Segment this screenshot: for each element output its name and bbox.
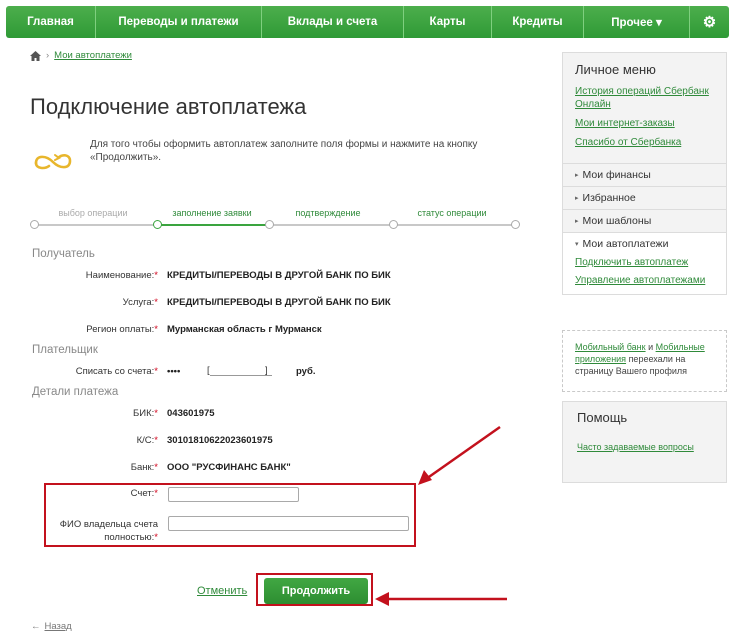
nav-transfers-payments[interactable]: Переводы и платежи: [96, 6, 262, 38]
region-value: Мурманская область г Мурманск: [167, 324, 322, 335]
sidebar-link-connect-autopayment[interactable]: Подключить автоплатеж: [563, 255, 726, 273]
sidebar-item-favorites[interactable]: ▸ Избранное: [563, 186, 726, 209]
step-line-2: [158, 224, 270, 226]
sidebar-link-orders[interactable]: Мои интернет-заказы: [563, 115, 726, 134]
annotation-arrow-continue: [375, 592, 507, 606]
page-title: Подключение автоплатежа: [30, 94, 307, 119]
sidebar-link-spasibo[interactable]: Спасибо от Сбербанка: [563, 134, 726, 163]
debit-currency: руб.: [296, 366, 316, 377]
ks-value: 30101810622023601975: [167, 435, 273, 446]
step-label-select: выбор операции: [58, 208, 128, 218]
step-dot-3: [265, 220, 274, 229]
owner-name-input[interactable]: [168, 516, 409, 531]
continue-button[interactable]: Продолжить: [264, 578, 368, 604]
section-payment-details: Детали платежа: [32, 386, 119, 398]
settings-button[interactable]: ⚙: [690, 6, 729, 38]
step-label-status: статус операции: [417, 208, 487, 218]
help-title: Помощь: [577, 410, 628, 425]
bank-label: Банк:*: [130, 462, 158, 473]
bik-label: БИК:*: [133, 408, 158, 419]
personal-menu-title: Личное меню: [575, 62, 656, 77]
triangle-right-icon: ▸: [575, 218, 579, 225]
note-link-mobile-bank[interactable]: Мобильный банк: [575, 342, 646, 352]
intro-text: Для того чтобы оформить автоплатеж запол…: [90, 139, 478, 163]
section-payer: Плательщик: [32, 344, 98, 356]
nav-main[interactable]: Главная: [6, 6, 96, 38]
sidebar-link-manage-autopayments[interactable]: Управление автоплатежами: [563, 273, 726, 294]
step-dot-5: [511, 220, 520, 229]
bik-value: 043601975: [167, 408, 215, 419]
sidebar-item-finances[interactable]: ▸ Мои финансы: [563, 163, 726, 186]
service-label: Услуга:*: [122, 297, 158, 308]
help-link-faq[interactable]: Часто задаваемые вопросы: [577, 442, 694, 452]
service-value: КРЕДИТЫ/ПЕРЕВОДЫ В ДРУГОЙ БАНК ПО БИК: [167, 297, 391, 308]
nav-deposits-accounts[interactable]: Вклады и счета: [262, 6, 404, 38]
debit-account-label: Списать со счета:*: [75, 366, 158, 377]
name-value: КРЕДИТЫ/ПЕРЕВОДЫ В ДРУГОЙ БАНК ПО БИК: [167, 270, 391, 281]
mobile-note: Мобильный банк и Мобильные приложения пе…: [562, 330, 727, 392]
progress-steps: выбор операции заполнение заявки подтвер…: [30, 205, 520, 235]
account-number-input[interactable]: [168, 487, 299, 502]
ks-label: К/С:*: [136, 435, 158, 446]
debit-account-mask: ••••: [167, 366, 181, 377]
breadcrumb: › Мои автоплатежи: [30, 50, 132, 61]
nav-cards[interactable]: Карты: [404, 6, 492, 38]
sidebar-link-history[interactable]: История операций Сбербанк Онлайн: [563, 83, 726, 115]
triangle-right-icon: ▸: [575, 195, 579, 202]
cancel-link[interactable]: Отменить: [197, 585, 247, 597]
account-field-label: Счет:*: [130, 488, 158, 499]
top-navigation: Главная Переводы и платежи Вклады и счет…: [6, 6, 729, 38]
back-link-label: Назад: [44, 621, 72, 632]
back-link[interactable]: ← Назад: [31, 621, 72, 632]
breadcrumb-link-autopayments[interactable]: Мои автоплатежи: [54, 50, 132, 61]
sidebar-item-autopayments[interactable]: ▾ Мои автоплатежи: [563, 232, 726, 255]
region-label: Регион оплаты:*: [86, 324, 158, 335]
annotation-arrow-fields: [418, 425, 501, 485]
account-hidden-value: [210, 364, 272, 376]
sidebar-item-templates[interactable]: ▸ Мои шаблоны: [563, 209, 726, 232]
nav-other-dropdown[interactable]: Прочее ▾: [584, 6, 690, 38]
triangle-right-icon: ▸: [575, 172, 579, 179]
back-arrow-icon: ←: [31, 621, 41, 632]
nav-credits[interactable]: Кредиты: [492, 6, 584, 38]
account-bracket-close: ]: [265, 365, 268, 376]
step-dot-2: [153, 220, 162, 229]
infinity-icon: [34, 154, 72, 170]
name-label: Наименование:*: [85, 270, 158, 281]
step-dot-1: [30, 220, 39, 229]
breadcrumb-separator: ›: [46, 50, 50, 61]
triangle-down-icon: ▾: [575, 241, 579, 248]
step-dot-4: [389, 220, 398, 229]
bank-value: ООО "РУСФИНАНС БАНК": [167, 462, 291, 473]
step-label-fill: заполнение заявки: [172, 208, 252, 218]
owner-name-label: ФИО владельца счета полностью:*: [59, 519, 158, 543]
step-line-1: [34, 224, 158, 226]
gear-icon: ⚙: [702, 14, 717, 31]
section-recipient: Получатель: [32, 248, 95, 260]
help-box: Помощь Часто задаваемые вопросы: [562, 401, 727, 483]
step-label-confirm: подтверждение: [295, 208, 361, 218]
home-icon[interactable]: [30, 50, 41, 61]
personal-menu: Личное меню История операций Сбербанк Он…: [562, 52, 727, 295]
